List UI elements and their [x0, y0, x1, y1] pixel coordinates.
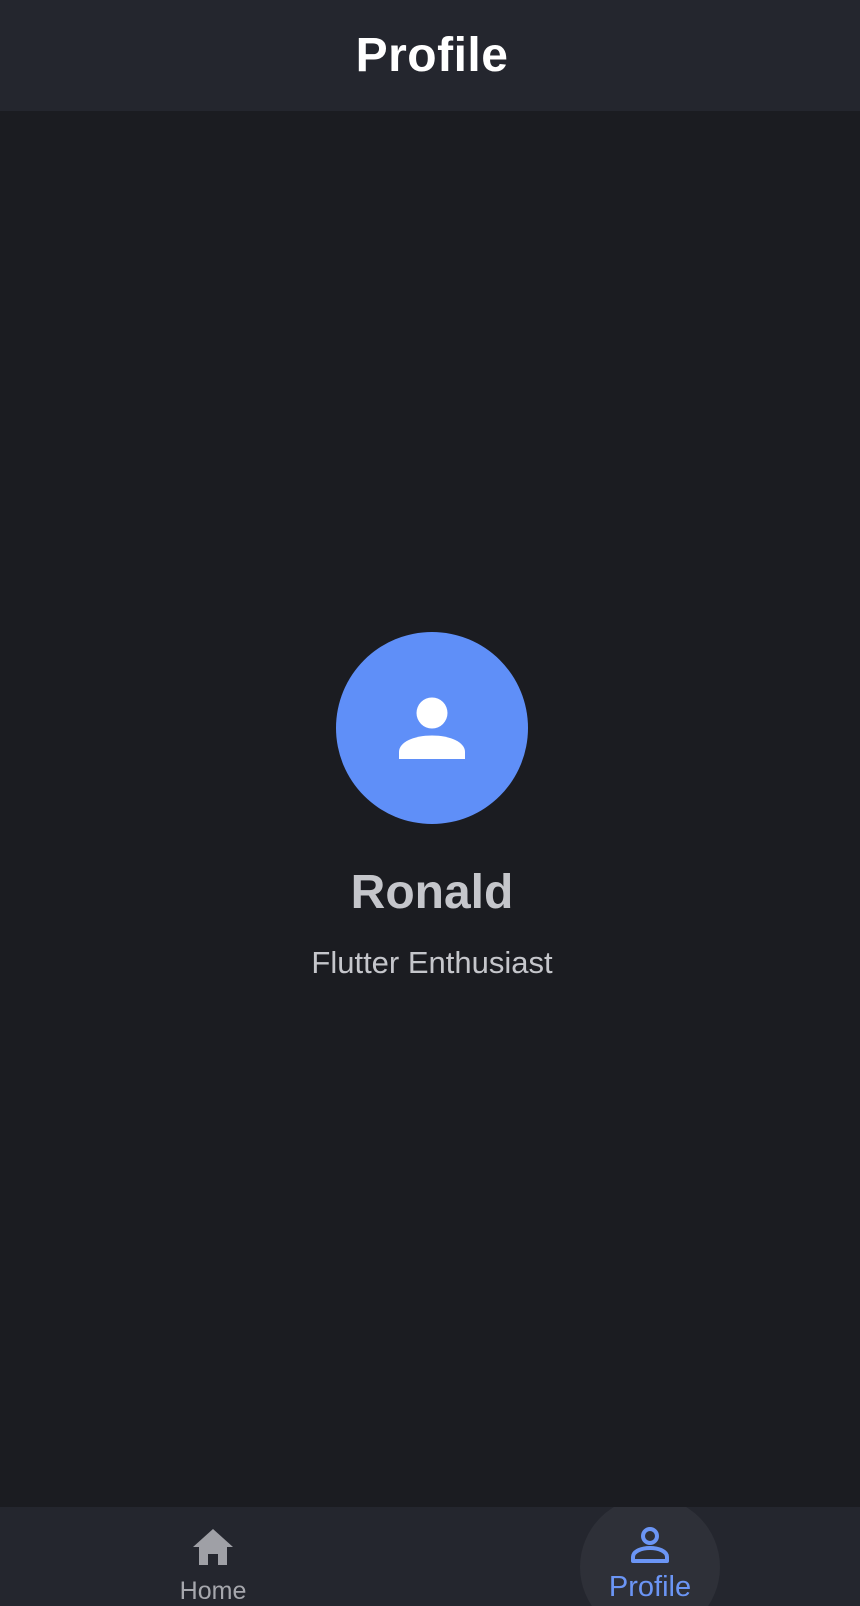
person-outline-icon — [631, 1527, 669, 1563]
nav-label-profile: Profile — [608, 1571, 692, 1603]
profile-name: Ronald — [350, 866, 514, 919]
person-icon — [399, 697, 465, 759]
page-title: Profile — [355, 29, 509, 82]
profile-subtitle: Flutter Enthusiast — [311, 945, 553, 980]
app-screen: Profile Ronald Flutter Enthusiast Home P… — [0, 0, 860, 1606]
profile-content: Ronald Flutter Enthusiast — [0, 111, 860, 1507]
app-bar: Profile — [0, 0, 860, 111]
bottom-navigation-bar: Home Profile — [0, 1507, 860, 1606]
home-icon — [193, 1529, 233, 1565]
nav-label-home: Home — [179, 1577, 247, 1605]
nav-item-profile[interactable]: Profile — [564, 1507, 736, 1606]
nav-item-home[interactable]: Home — [130, 1507, 296, 1606]
avatar — [336, 632, 528, 824]
